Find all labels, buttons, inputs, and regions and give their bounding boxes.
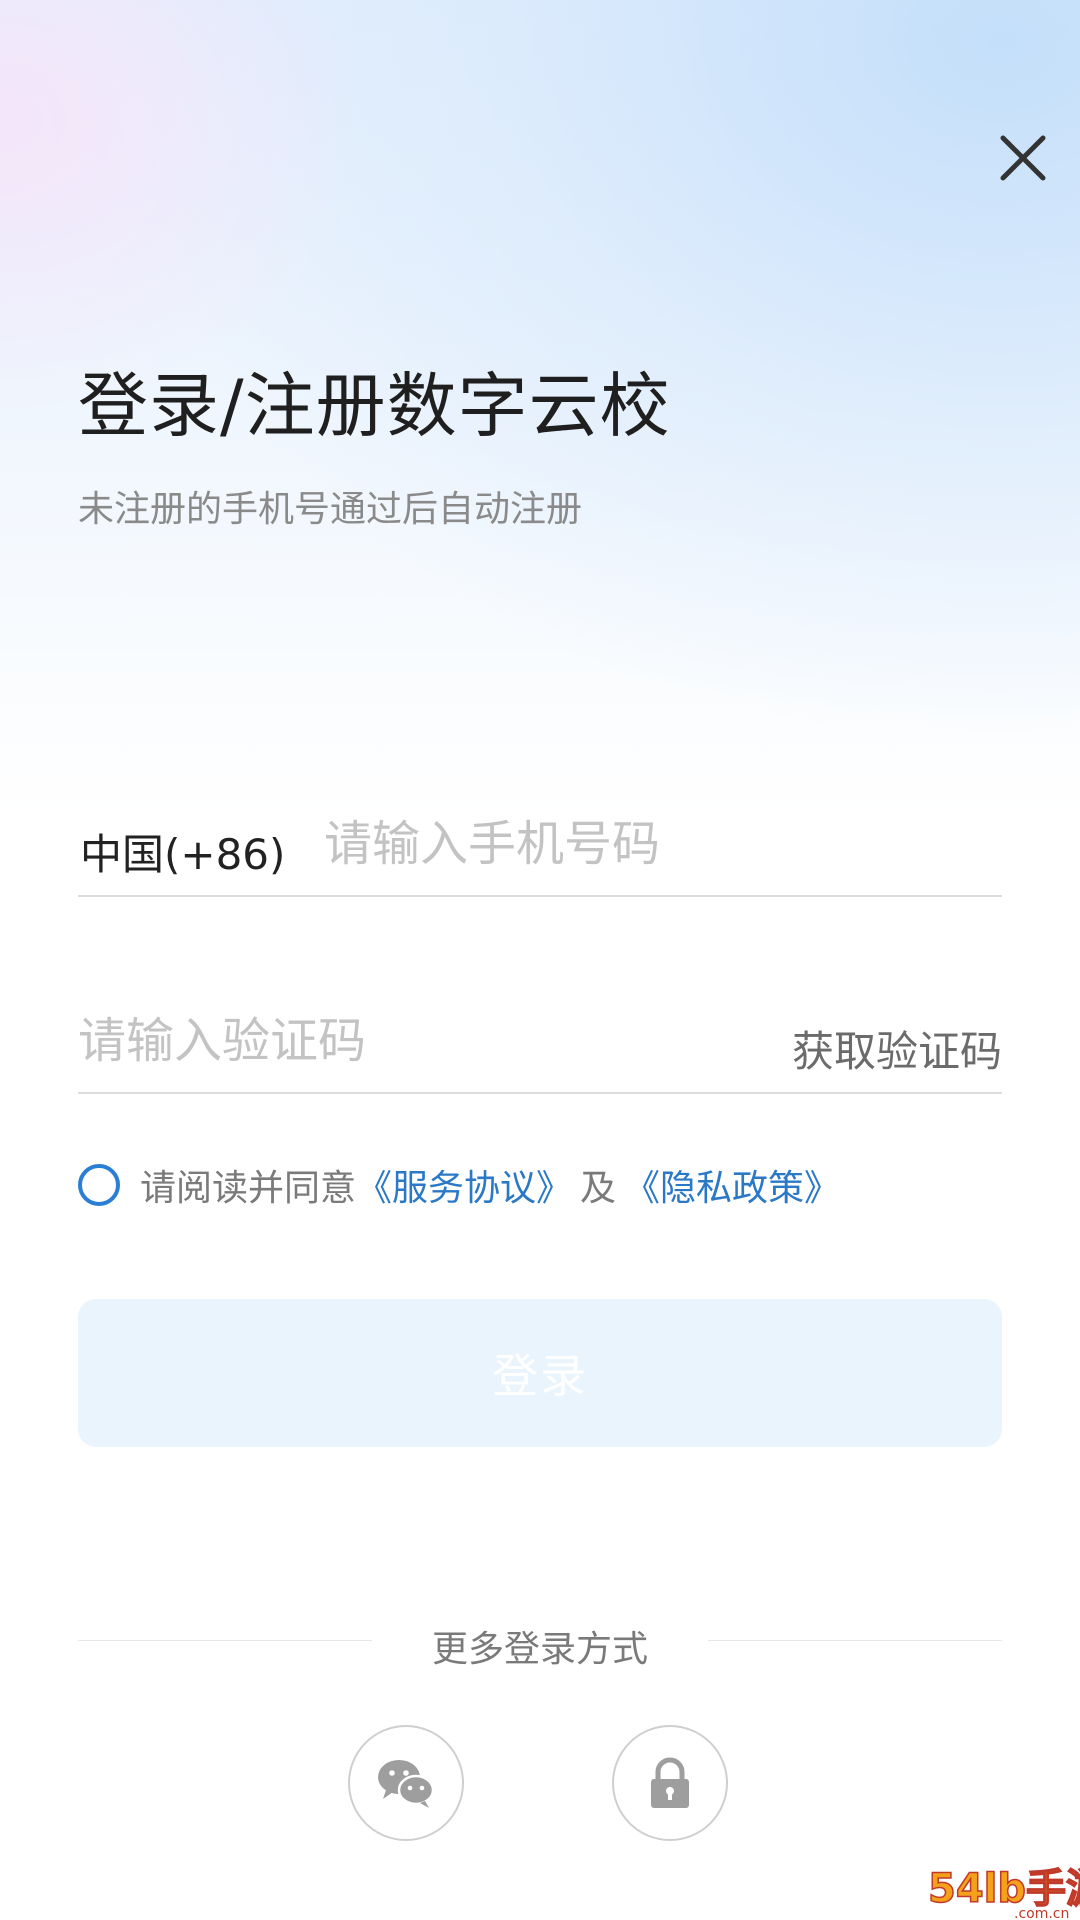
- login-button-label: 登录: [492, 1349, 588, 1403]
- password-login-button[interactable]: [612, 1725, 728, 1841]
- login-button[interactable]: 登录: [78, 1299, 1002, 1447]
- watermark-logo: 54lb手游网 .com.cn: [927, 1865, 1080, 1920]
- verification-code-input[interactable]: [78, 1006, 678, 1076]
- service-agreement-link[interactable]: 《服务协议》: [356, 1159, 572, 1211]
- wechat-login-button[interactable]: [348, 1725, 464, 1841]
- country-code-selector[interactable]: 中国(+86): [80, 821, 285, 882]
- page-subtitle: 未注册的手机号通过后自动注册: [78, 489, 583, 530]
- lock-icon: [651, 1757, 689, 1808]
- watermark-domain: .com.cn: [1014, 1906, 1069, 1920]
- privacy-policy-link[interactable]: 《隐私政策》: [624, 1159, 840, 1211]
- verification-code-field: 获取验证码: [78, 992, 1002, 1094]
- wechat-icon: [378, 1760, 435, 1808]
- agreement-checkbox[interactable]: [78, 1164, 120, 1206]
- agreement-and: 及: [580, 1168, 617, 1209]
- close-icon: [1000, 135, 1046, 181]
- site-watermark: 54lb手游网 .com.cn: [926, 1862, 1080, 1920]
- divider-line-right: [708, 1640, 1002, 1641]
- phone-field: 中国(+86): [78, 795, 1002, 897]
- get-code-button[interactable]: 获取验证码: [792, 1018, 1002, 1079]
- close-button[interactable]: [995, 130, 1051, 186]
- page-title: 登录/注册数字云校: [78, 365, 671, 447]
- agreement-prefix: 请阅读并同意: [140, 1168, 357, 1209]
- more-login-divider: 更多登录方式: [78, 1620, 1002, 1670]
- agreement-row: 请阅读并同意 《服务协议》 及 《隐私政策》: [78, 1160, 840, 1210]
- phone-input[interactable]: [324, 809, 994, 879]
- more-login-label: 更多登录方式: [431, 1629, 648, 1670]
